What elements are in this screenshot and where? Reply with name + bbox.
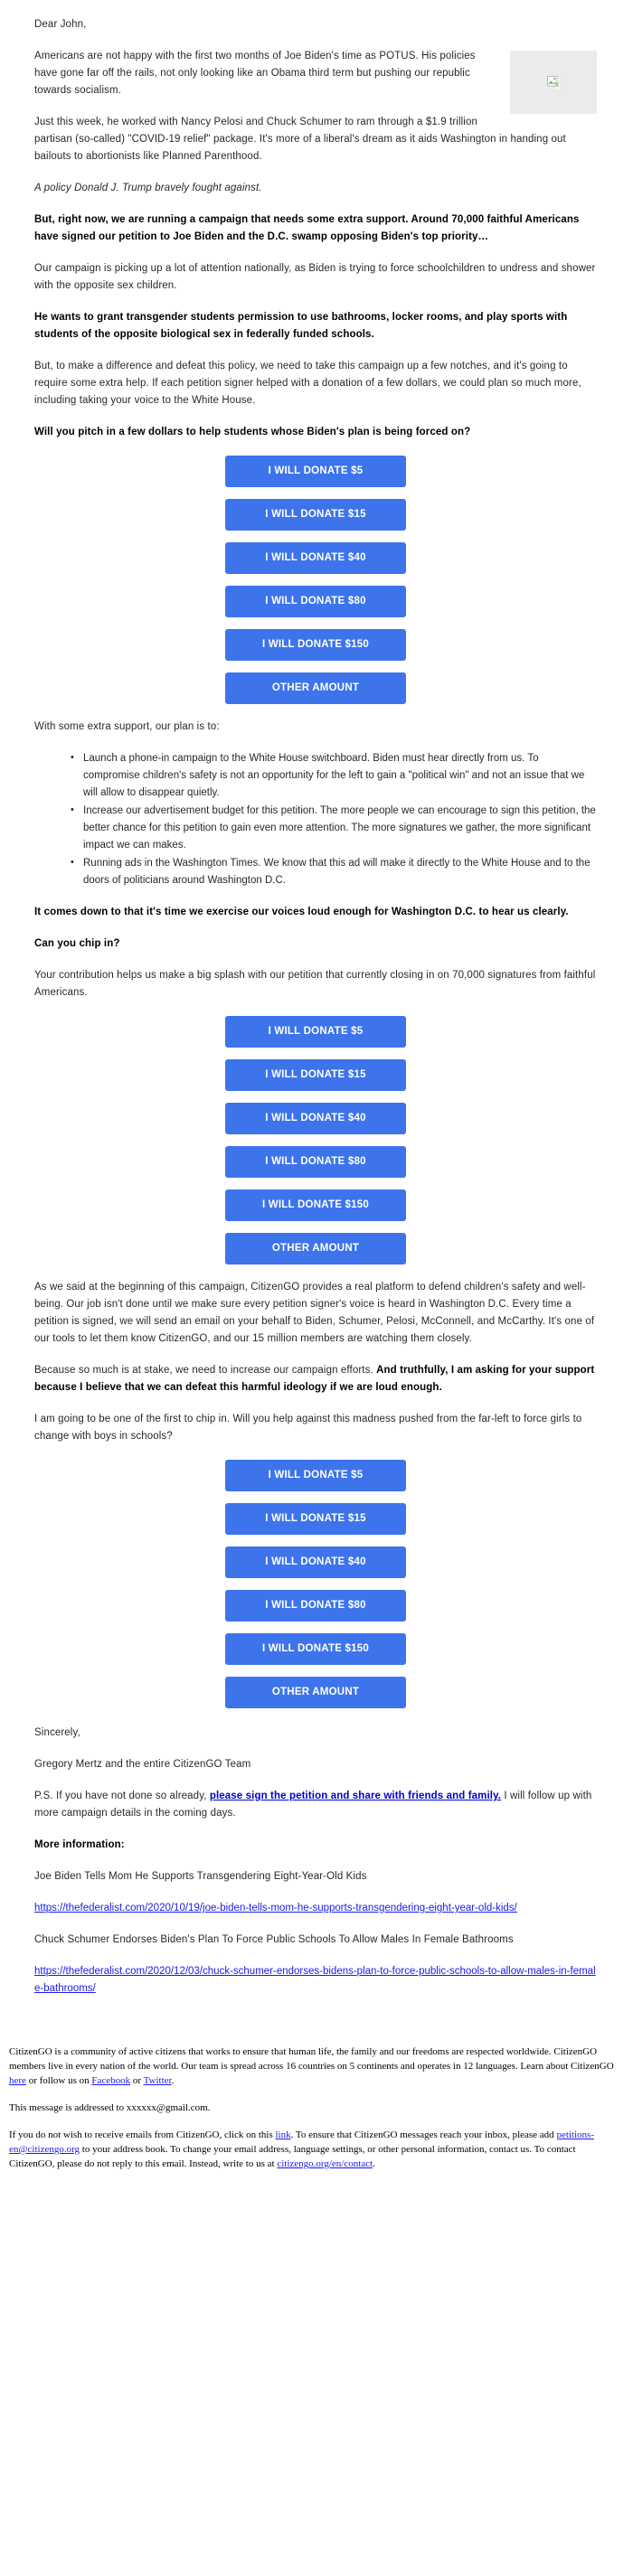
paragraph-at-stake: Because so much is at stake, we need to …	[34, 1362, 597, 1396]
list-item: Increase our advertisement budget for th…	[71, 802, 597, 854]
footer-about-text-1: CitizenGO is a community of active citiz…	[9, 2046, 614, 2072]
paragraph-first-to-chip-in: I am going to be one of the first to chi…	[34, 1414, 582, 1442]
donate-button-5[interactable]: I WILL DONATE $5	[225, 1016, 406, 1048]
donate-button-5[interactable]: I WILL DONATE $5	[225, 456, 406, 487]
paragraph-national-attention: Our campaign is picking up a lot of atte…	[34, 263, 596, 291]
donate-button-150[interactable]: I WILL DONATE $150	[225, 1633, 406, 1665]
donate-button-group-3: I WILL DONATE $5 I WILL DONATE $15 I WIL…	[34, 1460, 597, 1708]
broken-image-placeholder	[510, 51, 597, 114]
donate-button-40[interactable]: I WILL DONATE $40	[225, 1547, 406, 1578]
twitter-link[interactable]: Twitter	[144, 2075, 172, 2086]
donate-button-40[interactable]: I WILL DONATE $40	[225, 1103, 406, 1134]
donate-button-80[interactable]: I WILL DONATE $80	[225, 1590, 406, 1622]
paragraph-can-you-chip-in: Can you chip in?	[34, 938, 120, 949]
donate-button-15[interactable]: I WILL DONATE $15	[225, 499, 406, 531]
article-url-1-wrapper: https://thefederalist.com/2020/10/19/joe…	[34, 1900, 597, 1917]
unsubscribe-link[interactable]: link	[276, 2129, 291, 2140]
ps-lead: P.S. If you have not done so already,	[34, 1791, 210, 1801]
email-footer: CitizenGO is a community of active citiz…	[0, 2045, 633, 2171]
article-url-2-wrapper: https://thefederalist.com/2020/12/03/chu…	[34, 1963, 597, 1998]
footer-about-text-4: .	[171, 2075, 175, 2086]
donate-button-group-1: I WILL DONATE $5 I WILL DONATE $15 I WIL…	[34, 456, 597, 704]
paragraph-transgender-policy: He wants to grant transgender students p…	[34, 312, 568, 340]
donate-button-5[interactable]: I WILL DONATE $5	[225, 1460, 406, 1491]
contact-page-link[interactable]: citizengo.org/en/contact	[277, 2158, 373, 2169]
footer-unsubscribe-paragraph: If you do not wish to receive emails fro…	[9, 2128, 620, 2171]
donate-button-40[interactable]: I WILL DONATE $40	[225, 542, 406, 574]
at-stake-lead: Because so much is at stake, we need to …	[34, 1365, 377, 1376]
plan-bullet-list: Launch a phone-in campaign to the White …	[34, 749, 597, 889]
unsub-text-2: . To ensure that CitizenGO messages reac…	[290, 2129, 557, 2140]
donate-button-group-2: I WILL DONATE $5 I WILL DONATE $15 I WIL…	[34, 1016, 597, 1264]
donate-button-other-amount[interactable]: OTHER AMOUNT	[225, 672, 406, 704]
email-page: Dear John, Americans are not happy with …	[0, 0, 633, 2207]
paragraph-contribution: Your contribution helps us make a big sp…	[34, 970, 596, 998]
unsub-text-4: .	[373, 2158, 375, 2169]
paragraph-need-help: But, to make a difference and defeat thi…	[34, 361, 581, 406]
footer-about-text-2: or follow us on	[25, 2075, 92, 2086]
paragraph-trump-italic: A policy Donald J. Trump bravely fought …	[34, 183, 262, 193]
donate-button-15[interactable]: I WILL DONATE $15	[225, 1059, 406, 1091]
bottom-spacer	[0, 2184, 633, 2207]
top-spacer	[0, 0, 633, 16]
footer-addressed-to: This message is addressed to xxxxxx@gmai…	[9, 2102, 211, 2113]
salutation: Dear John,	[34, 19, 87, 30]
closing-sincerely: Sincerely,	[34, 1727, 80, 1738]
paragraph-plan-intro: With some extra support, our plan is to:	[34, 721, 220, 732]
donate-button-other-amount[interactable]: OTHER AMOUNT	[225, 1677, 406, 1708]
paragraph-exercise-voices: It comes down to that it's time we exerc…	[34, 907, 569, 917]
unsub-text-1: If you do not wish to receive emails fro…	[9, 2129, 276, 2140]
footer-spacer	[0, 2012, 633, 2045]
intro-block: Americans are not happy with the first t…	[34, 48, 597, 212]
postscript: P.S. If you have not done so already, pl…	[34, 1788, 597, 1822]
paragraph-platform: As we said at the beginning of this camp…	[34, 1282, 595, 1344]
facebook-link[interactable]: Facebook	[91, 2075, 130, 2086]
footer-about-text-3: or	[130, 2075, 144, 2086]
list-item: Launch a phone-in campaign to the White …	[71, 749, 597, 802]
article-title-2: Chuck Schumer Endorses Biden's Plan To F…	[34, 1934, 514, 1945]
donate-button-150[interactable]: I WILL DONATE $150	[225, 1189, 406, 1221]
paragraph-campaign-support: But, right now, we are running a campaig…	[34, 214, 580, 242]
donate-button-80[interactable]: I WILL DONATE $80	[225, 586, 406, 617]
article-url-1[interactable]: https://thefederalist.com/2020/10/19/joe…	[34, 1903, 517, 1913]
donate-button-150[interactable]: I WILL DONATE $150	[225, 629, 406, 661]
list-item: Running ads in the Washington Times. We …	[71, 854, 597, 889]
footer-about-paragraph: CitizenGO is a community of active citiz…	[9, 2045, 620, 2088]
broken-image-icon	[547, 76, 560, 89]
article-title-1: Joe Biden Tells Mom He Supports Transgen…	[34, 1871, 367, 1882]
more-information-heading: More information:	[34, 1839, 125, 1850]
about-here-link[interactable]: here	[9, 2075, 26, 2086]
email-body: Dear John, Americans are not happy with …	[0, 16, 633, 1998]
donate-button-other-amount[interactable]: OTHER AMOUNT	[225, 1233, 406, 1264]
paragraph-covid-package: Just this week, he worked with Nancy Pel…	[34, 117, 566, 162]
sign-petition-link[interactable]: please sign the petition and share with …	[210, 1791, 501, 1801]
signature-line: Gregory Mertz and the entire CitizenGO T…	[34, 1759, 251, 1770]
donate-button-15[interactable]: I WILL DONATE $15	[225, 1503, 406, 1535]
paragraph-pitch-in-ask: Will you pitch in a few dollars to help …	[34, 427, 471, 437]
article-url-2[interactable]: https://thefederalist.com/2020/12/03/chu…	[34, 1966, 596, 1994]
donate-button-80[interactable]: I WILL DONATE $80	[225, 1146, 406, 1178]
